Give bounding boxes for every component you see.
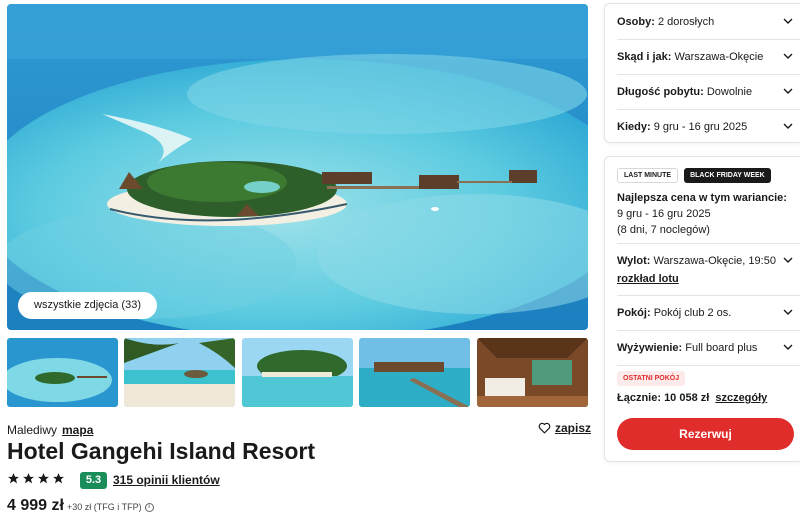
search-params-panel: Osoby: 2 dorosłych Skąd i jak: Warszawa-… — [604, 3, 800, 143]
details-link[interactable]: szczegóły — [715, 392, 767, 404]
star-icon — [8, 473, 19, 484]
chevron-down-icon — [783, 18, 793, 24]
total-price: Łącznie: 10 058 zł szczegóły — [617, 392, 767, 404]
best-price-heading: Najlepsza cena w tym wariancie: — [617, 192, 787, 204]
all-photos-button[interactable]: wszystkie zdjęcia (33) — [18, 292, 157, 319]
persons-label: Osoby: — [617, 15, 655, 28]
departure-row[interactable]: Skąd i jak: Warszawa-Okęcie — [617, 39, 800, 74]
flight-value: Warszawa-Okęcie, 19:50 — [653, 255, 776, 267]
offer-tags: LAST MINUTE BLACK FRIDAY WEEK — [617, 168, 771, 183]
room-value: Pokój club 2 os. — [653, 306, 732, 319]
room-label: Pokój: — [617, 306, 651, 319]
best-price-block: Najlepsza cena w tym wariancie: 9 gru - … — [617, 190, 787, 238]
chevron-down-icon — [783, 309, 793, 315]
board-row[interactable]: Wyżywienie: Full board plus — [617, 330, 800, 365]
thumbnail-beach-huts[interactable] — [242, 338, 353, 407]
offer-duration: (8 dni, 7 noclegów) — [617, 224, 710, 236]
chevron-down-icon — [783, 88, 793, 94]
flight-row[interactable]: Wylot: Warszawa-Okęcie, 19:50 rozkład lo… — [617, 243, 800, 295]
persons-value: 2 dorosłych — [657, 15, 715, 28]
price-extra: +30 zł (TFG i TFP) i — [67, 502, 154, 512]
thumbnail-water-villas[interactable] — [359, 338, 470, 407]
chevron-down-icon — [783, 123, 793, 129]
thumbnail-villa-interior[interactable] — [477, 338, 588, 407]
offer-dates: 9 gru - 16 gru 2025 — [617, 208, 711, 220]
country-label: Malediwy — [7, 423, 58, 437]
last-minute-tag: LAST MINUTE — [617, 168, 679, 183]
flight-schedule-link[interactable]: rozkład lotu — [617, 273, 679, 285]
black-friday-tag: BLACK FRIDAY WEEK — [684, 168, 771, 183]
stay-length-value: Dowolnie — [706, 85, 753, 98]
divider — [617, 365, 800, 366]
main-photo[interactable] — [7, 4, 588, 330]
chevron-down-icon — [783, 344, 793, 350]
flight-label: Wylot: — [617, 255, 651, 267]
star-icon — [38, 473, 49, 484]
star-rating — [7, 472, 65, 485]
reviews-link[interactable]: 315 opinii klientów — [113, 473, 220, 487]
board-label: Wyżywienie: — [617, 341, 683, 354]
thumbnail-beach-palms[interactable] — [124, 338, 235, 407]
stay-length-label: Długość pobytu: — [617, 85, 704, 98]
departure-label: Skąd i jak: — [617, 50, 672, 63]
thumbnail-island-aerial[interactable] — [7, 338, 118, 407]
total-label: Łącznie: 10 058 zł — [617, 392, 710, 404]
dates-row[interactable]: Kiedy: 9 gru - 16 gru 2025 — [617, 109, 800, 144]
board-value: Full board plus — [685, 341, 758, 354]
last-room-badge: OSTATNI POKÓJ — [617, 371, 686, 386]
stay-length-row[interactable]: Długość pobytu: Dowolnie — [617, 74, 800, 109]
dates-label: Kiedy: — [617, 120, 651, 133]
save-label: zapisz — [555, 421, 592, 435]
heart-icon — [538, 422, 551, 434]
offer-panel: LAST MINUTE BLACK FRIDAY WEEK Najlepsza … — [604, 156, 800, 462]
score-badge: 5.3 — [80, 472, 107, 489]
info-icon[interactable]: i — [144, 502, 154, 512]
persons-row[interactable]: Osoby: 2 dorosłych — [617, 4, 800, 39]
chevron-down-icon — [783, 53, 793, 59]
star-icon — [23, 473, 34, 484]
departure-value: Warszawa-Okęcie — [674, 50, 764, 63]
thumbnail-strip — [7, 338, 588, 407]
save-button[interactable]: zapisz — [538, 421, 591, 435]
location: Malediwy mapa — [7, 423, 93, 437]
price: 4 999 zł — [7, 497, 64, 514]
reserve-button[interactable]: Rezerwuj — [617, 418, 794, 450]
hotel-name: Hotel Gangehi Island Resort — [7, 438, 315, 464]
price-extra-label: +30 zł (TFG i TFP) — [67, 502, 142, 512]
star-icon — [53, 473, 64, 484]
dates-value: 9 gru - 16 gru 2025 — [653, 120, 748, 133]
chevron-down-icon — [783, 257, 793, 263]
room-row[interactable]: Pokój: Pokój club 2 os. — [617, 295, 800, 330]
island-aerial-image — [7, 4, 588, 330]
map-link[interactable]: mapa — [62, 423, 93, 437]
